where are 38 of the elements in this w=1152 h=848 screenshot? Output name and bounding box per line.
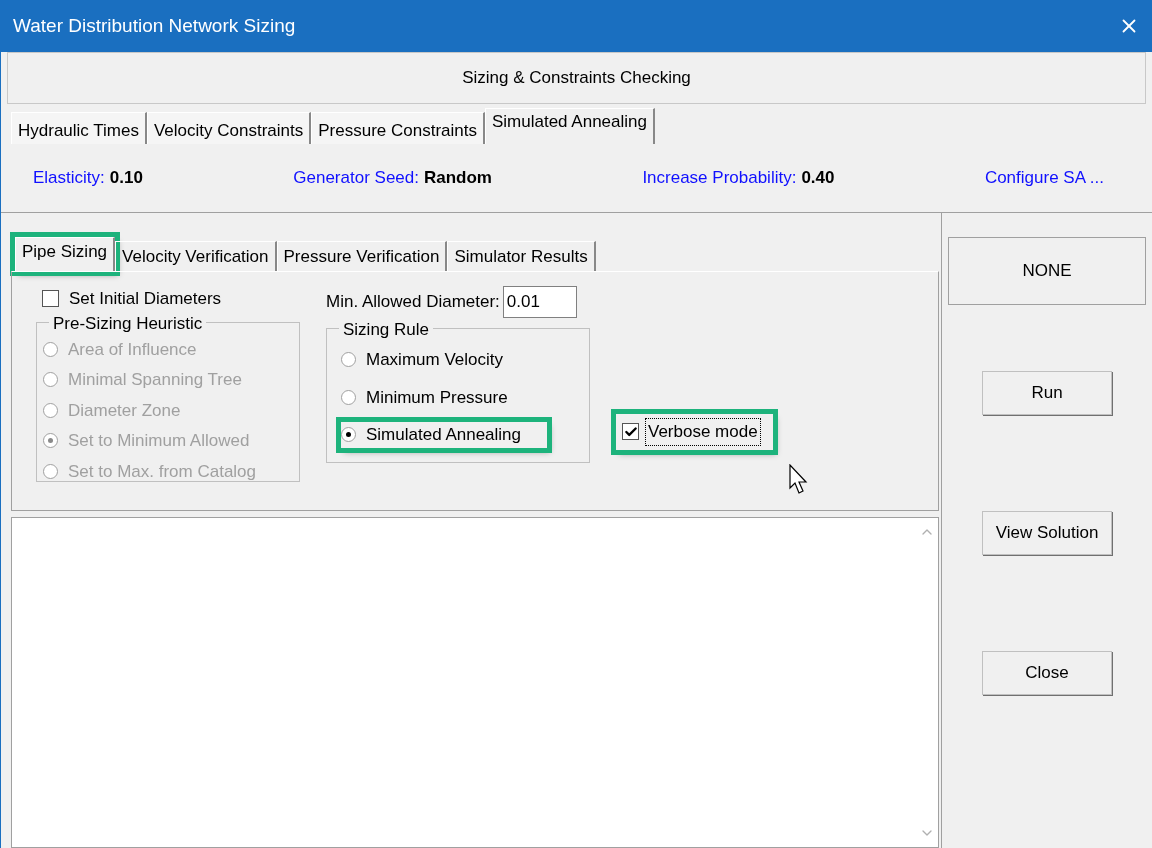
radio-label: Minimum Pressure <box>366 386 508 409</box>
radio-label: Set to Minimum Allowed <box>68 430 250 452</box>
tab[interactable]: Pressure Verification <box>276 241 448 271</box>
checkbox-label: Verbose mode <box>645 418 761 446</box>
radio-label: Simulated Annealing <box>366 424 521 446</box>
parameter-value: 0.10 <box>109 167 143 190</box>
tab[interactable]: Simulated Annealing <box>484 108 655 144</box>
tab[interactable]: Velocity Constraints <box>146 112 312 144</box>
cursor-icon <box>789 464 809 496</box>
radio-label: Diameter Zone <box>68 399 181 422</box>
radio-label: Set to Max. from Catalog <box>68 460 257 483</box>
header-title: Sizing & Constraints Checking <box>462 67 691 90</box>
radio-label: Area of Influence <box>68 338 197 361</box>
parameter-value: 0.40 <box>801 167 835 190</box>
tab[interactable]: Hydraulic Times <box>11 112 147 144</box>
parameter-label: Elasticity: <box>33 167 105 190</box>
radio-label: Minimal Spanning Tree <box>68 369 242 391</box>
tab[interactable]: Simulator Results <box>447 241 596 271</box>
radio-label: Maximum Velocity <box>366 349 503 371</box>
status-text: NONE <box>1022 260 1072 283</box>
parameter-label: Generator Seed: <box>293 167 419 190</box>
checkbox[interactable] <box>42 290 59 308</box>
radio-button[interactable] <box>341 389 356 405</box>
input-field[interactable]: 0.01 <box>502 286 577 318</box>
parameter-label: Increase Probability: <box>642 167 797 190</box>
dialog-button[interactable]: View Solution <box>982 511 1112 555</box>
dialog-button[interactable]: Close <box>982 651 1112 695</box>
dialog-button[interactable]: Run <box>982 371 1112 415</box>
configure-link[interactable]: Configure SA ... <box>984 165 1104 191</box>
parameter-value: Random <box>424 167 492 190</box>
window-title: Water Distribution Network Sizing <box>13 13 296 38</box>
tab[interactable]: Pressure Constraints <box>311 112 485 144</box>
checkbox-label: Set Initial Diameters <box>69 288 222 310</box>
radio-button[interactable] <box>341 352 356 368</box>
tab[interactable]: Velocity Verification <box>115 241 277 271</box>
field-label: Min. Allowed Diameter: <box>326 291 500 314</box>
checkbox[interactable] <box>622 423 639 441</box>
radio-button[interactable] <box>341 427 356 443</box>
